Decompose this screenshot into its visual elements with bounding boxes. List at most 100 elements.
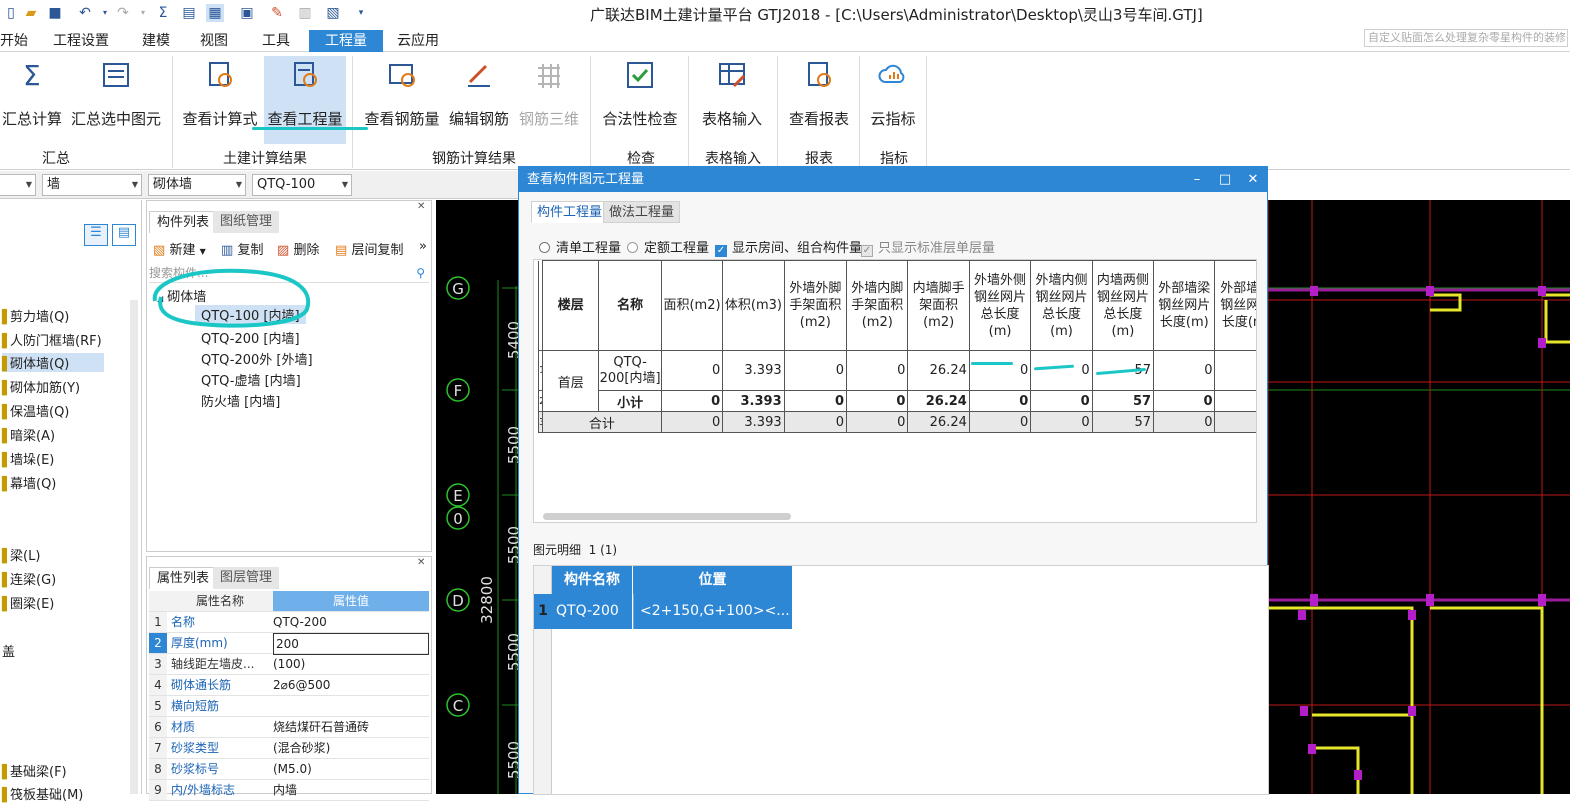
tab-component-list[interactable]: 构件列表 [149, 211, 218, 233]
module-item[interactable]: ▌圈梁(E) [2, 593, 54, 612]
summary-calc-button[interactable]: Σ 汇总计算 [0, 56, 64, 140]
property-row[interactable]: 9 内/外墙标志 内墙 [149, 780, 429, 801]
col-ext-column-mesh[interactable]: 外部墙柱钢丝网片长度(m) [1214, 260, 1256, 351]
module-tree-scrollbar[interactable] [130, 300, 138, 794]
col-ext-outer-mesh[interactable]: 外墙外侧钢丝网片总长度(m) [968, 260, 1032, 351]
tree-item[interactable]: QTQ-虚墙 [内墙] [201, 370, 301, 389]
view-rebar-icon[interactable]: ▣ [238, 4, 256, 22]
rebar-3d-icon[interactable]: ▥ [296, 4, 314, 22]
tab-component-quantity[interactable]: 构件工程量 [531, 201, 609, 223]
table-row[interactable]: 1 首层 QTQ-200[内墙] 03.393 00 26.240 057 0 [537, 350, 1256, 412]
module-item[interactable]: ▌保温墙(Q) [2, 401, 69, 420]
tab-layer-manager[interactable]: 图层管理 [213, 567, 280, 589]
edit-rebar-icon[interactable]: ✎ [268, 4, 286, 22]
floor-copy-button[interactable]: ▤ 层间复制 [335, 239, 403, 258]
module-item[interactable]: ▌墙垛(E) [2, 449, 54, 468]
module-item-selected[interactable]: ▌砌体墙(Q) [2, 353, 104, 372]
table-row-total[interactable]: 3 合计 03.393 00 26.240 057 0 [537, 411, 1256, 433]
module-item[interactable]: ▌连梁(G) [2, 569, 56, 588]
open-folder-icon[interactable]: ▰ [22, 4, 40, 22]
category-selector[interactable]: 墙 ▼ [42, 174, 142, 196]
quick-access-dropdown-icon[interactable]: ▾ [352, 4, 370, 22]
redo-dropdown-icon[interactable]: ▾ [134, 4, 152, 22]
menu-start[interactable]: 开始 [0, 30, 34, 52]
tree-item[interactable]: QTQ-200外 [外墙] [201, 349, 313, 368]
component-selector[interactable]: QTQ-100 ▼ [252, 174, 352, 196]
view-report-button[interactable]: 查看报表 [782, 56, 856, 140]
property-row[interactable]: 7 砂浆类型 (混合砂浆) [149, 738, 429, 759]
menu-quantities[interactable]: 工程量 [309, 30, 383, 52]
edit-rebar-button[interactable]: 编辑钢筋 [446, 56, 512, 140]
col-ext-beam-mesh[interactable]: 外部墙梁钢丝网片长度(m) [1153, 260, 1216, 351]
menu-view[interactable]: 视图 [194, 30, 234, 52]
property-row[interactable]: 3 轴线距左墙皮... (100) [149, 654, 429, 675]
module-item[interactable]: ▌幕墙(Q) [2, 473, 56, 492]
close-icon[interactable]: ✕ [417, 201, 425, 212]
property-row-selected[interactable]: 2 厚度(mm) 200 [149, 633, 429, 655]
help-search-input[interactable]: 自定义贴面怎么处理复杂零星构件的装修 [1364, 29, 1568, 47]
col-ext-outer-scaffold[interactable]: 外墙外脚手架面积(m2) [783, 260, 848, 351]
show-rooms-checkbox[interactable]: ✓ 显示房间、组合构件量 [715, 237, 862, 257]
view-rebar-button[interactable]: 查看钢筋量 [362, 56, 442, 140]
minimize-icon[interactable]: – [1183, 167, 1211, 192]
property-row[interactable]: 6 材质 烧结煤矸石普通砖 [149, 717, 429, 738]
detail-col-position[interactable]: 位置 [633, 566, 792, 594]
type-selector[interactable]: 砌体墙 ▼ [148, 174, 246, 196]
list-view-icon[interactable]: ☰ [84, 224, 108, 246]
col-volume[interactable]: 体积(m3) [722, 260, 785, 351]
detail-row-name[interactable]: QTQ-200 [552, 594, 632, 629]
menu-tools[interactable]: 工具 [256, 30, 296, 52]
card-view-icon[interactable]: ▤ [112, 224, 136, 246]
col-ext-inner-mesh[interactable]: 外墙内侧钢丝网片总长度(m) [1030, 260, 1093, 351]
maximize-icon[interactable]: □ [1211, 167, 1239, 192]
copy-component-button[interactable]: ▥ 复制 [221, 239, 263, 258]
report-icon[interactable]: ▧ [324, 4, 342, 22]
table-horizontal-scrollbar[interactable] [543, 513, 791, 520]
menu-cloud[interactable]: 云应用 [391, 30, 445, 52]
module-item[interactable]: ▌暗梁(A) [2, 425, 55, 444]
module-item[interactable]: ▌梁(L) [2, 545, 40, 564]
col-floor[interactable]: 楼层 [542, 260, 600, 351]
list-quantity-radio[interactable]: 清单工程量 [539, 237, 621, 256]
module-item[interactable]: ▌剪力墙(Q) [2, 306, 69, 325]
module-item[interactable]: 盖 [2, 641, 15, 660]
col-ext-inner-scaffold[interactable]: 外墙内脚手架面积(m2) [846, 260, 909, 351]
col-area[interactable]: 面积(m2) [660, 260, 724, 351]
property-row[interactable]: 8 砂浆标号 (M5.0) [149, 759, 429, 780]
undo-icon[interactable]: ↶ [76, 4, 94, 22]
more-icon[interactable]: » [419, 239, 427, 254]
close-icon[interactable]: ✕ [1239, 167, 1267, 192]
module-item[interactable]: ▌基础梁(F) [2, 761, 67, 780]
std-floor-only-checkbox[interactable]: ✓ 只显示标准层单层量 [861, 237, 995, 257]
sum-icon[interactable]: Σ [154, 4, 172, 22]
summary-selected-button[interactable]: 汇总选中图元 [68, 56, 164, 140]
cloud-index-button[interactable]: 云指标 [864, 56, 922, 140]
tab-method-quantity[interactable]: 做法工程量 [603, 201, 681, 223]
menu-modeling[interactable]: 建模 [136, 30, 176, 52]
thickness-input[interactable]: 200 [273, 633, 429, 655]
validity-check-button[interactable]: 合法性检查 [598, 56, 682, 140]
col-int-scaffold[interactable]: 内墙脚手架面积(m2) [907, 260, 970, 351]
redo-icon[interactable]: ↷ [114, 4, 132, 22]
save-icon[interactable]: ■ [46, 4, 64, 22]
module-item[interactable]: ▌砌体加筋(Y) [2, 377, 80, 396]
menu-project-settings[interactable]: 工程设置 [47, 30, 115, 52]
property-row[interactable]: 1 名称 QTQ-200 [149, 612, 429, 633]
table-row-subtotal[interactable]: 2 小计 03.393 00 26.240 057 0 [537, 390, 1256, 412]
undo-dropdown-icon[interactable]: ▾ [96, 4, 114, 22]
module-item[interactable]: ▌人防门框墙(RF) [2, 330, 102, 349]
property-row[interactable]: 4 砌体通长筋 2⌀6@500 [149, 675, 429, 696]
norm-quantity-radio[interactable]: 定额工程量 [627, 237, 709, 256]
new-component-button[interactable]: ▧ 新建 ▼ [153, 239, 206, 258]
tab-drawing-manager[interactable]: 图纸管理 [213, 211, 280, 233]
col-name[interactable]: 名称 [598, 260, 662, 351]
col-int-both-mesh[interactable]: 内墙两侧钢丝网片总长度(m) [1091, 260, 1155, 351]
view-formula-button[interactable]: 查看计算式 [180, 56, 260, 140]
rebar-3d-button[interactable]: 钢筋三维 [516, 56, 582, 140]
view-quantity-icon[interactable]: ▦ [206, 4, 224, 22]
detail-col-name[interactable]: 构件名称 [552, 566, 632, 594]
property-row[interactable]: 5 横向短筋 [149, 696, 429, 717]
tree-item[interactable]: 防火墙 [内墙] [201, 391, 280, 410]
view-quantity-button[interactable]: 查看工程量 [264, 56, 346, 144]
floor-selector[interactable]: ▼ [0, 174, 36, 196]
